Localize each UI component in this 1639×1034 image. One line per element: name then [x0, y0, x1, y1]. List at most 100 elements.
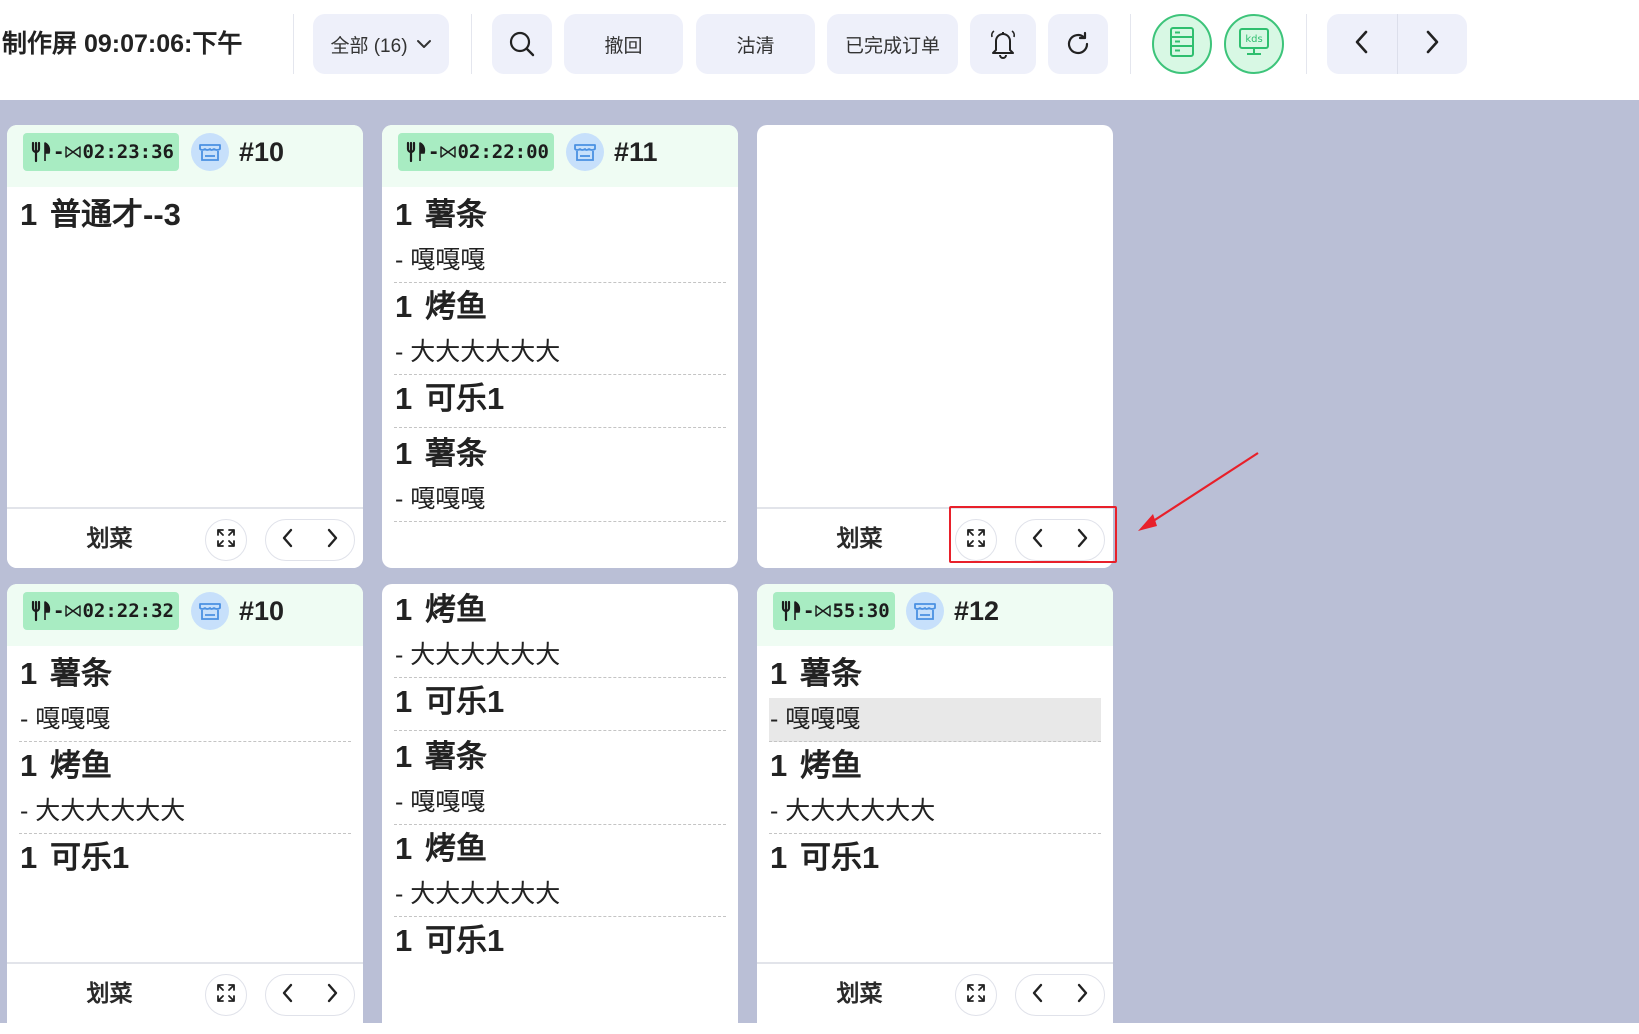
item-list: 1 烤鱼 - 大大大大大大 1 可乐1 1 薯条 - 嘎嘎嘎 1 烤鱼 - 大大大大大大 1 可乐1 — [394, 586, 726, 965]
card-header: - 02:22:32 #10 — [7, 584, 363, 646]
order-number: #11 — [614, 137, 658, 167]
item-qty: 1 — [395, 592, 413, 627]
layout-toggle-button[interactable] — [1152, 14, 1212, 74]
item-qty: 1 — [395, 684, 413, 719]
card-prev-button[interactable] — [266, 520, 310, 560]
page-title: 制作屏 09:07:06:下午 — [2, 30, 243, 58]
order-item[interactable]: 1 烤鱼 — [19, 742, 351, 790]
card-footer: 划菜 — [757, 962, 1113, 1023]
bell-button[interactable] — [970, 14, 1036, 74]
timer-tag: - 02:23:36 — [23, 133, 179, 171]
item-modifier: - 大大大大大大 — [394, 634, 726, 678]
order-item[interactable]: 1 普通才--3 — [19, 191, 351, 239]
order-item[interactable]: 1 薯条 — [394, 430, 726, 478]
order-item[interactable]: 1 烤鱼 — [394, 825, 726, 873]
expand-button[interactable] — [205, 519, 247, 561]
item-qty: 1 — [770, 748, 788, 783]
chevron-right-icon — [1422, 29, 1442, 60]
mark-dish-button[interactable]: 划菜 — [757, 964, 962, 1023]
item-qty: 1 — [395, 739, 413, 774]
chevron-left-icon — [1031, 983, 1045, 1008]
fork-knife-icon — [780, 600, 802, 622]
kds-button[interactable]: kds — [1224, 14, 1284, 74]
expand-icon — [216, 983, 236, 1008]
expand-button[interactable] — [955, 974, 997, 1016]
order-item[interactable]: 1 可乐1 — [394, 917, 726, 965]
next-page-button[interactable] — [1396, 14, 1468, 74]
item-divider — [394, 423, 726, 428]
mark-dish-button[interactable]: 划菜 — [7, 964, 212, 1023]
order-item[interactable]: 1 薯条 — [19, 650, 351, 698]
card-prev-button[interactable] — [266, 975, 310, 1015]
order-item[interactable]: 1 烤鱼 — [769, 742, 1101, 790]
card-next-button[interactable] — [1060, 975, 1104, 1015]
fork-knife-icon — [30, 600, 52, 622]
item-name: 烤鱼 — [50, 748, 112, 783]
item-qty: 1 — [20, 197, 38, 232]
card-next-button[interactable] — [310, 975, 354, 1015]
order-card: - 02:22:00 #11 1 薯条 - 嘎嘎嘎 1 烤鱼 - 大大大大大大 1 可乐1 1 薯… — [382, 125, 738, 568]
order-card: - 02:22:32 #10 1 薯条 - 嘎嘎嘎 1 烤鱼 - 大大大大大大 1 可乐1 划… — [7, 584, 363, 1034]
order-number: #12 — [954, 596, 1000, 626]
item-name: 烤鱼 — [425, 289, 487, 324]
annotation-arrow — [1138, 452, 1259, 531]
item-name: 烤鱼 — [425, 592, 487, 627]
sold-out-button[interactable]: 沽清 — [696, 14, 815, 74]
completed-orders-button[interactable]: 已完成订单 — [827, 14, 958, 74]
order-item[interactable]: 1 烤鱼 — [394, 283, 726, 331]
toolbar-divider — [471, 14, 472, 74]
card-footer: 划菜 — [7, 507, 363, 568]
item-name: 可乐1 — [425, 684, 505, 719]
card-header: - 55:30 #12 — [757, 584, 1113, 646]
item-name: 可乐1 — [800, 840, 880, 875]
order-board: - 02:23:36 #10 1 普通才--3 划菜 - 02:22:00 #1… — [0, 100, 1639, 1034]
undo-button[interactable]: 撤回 — [564, 14, 683, 74]
order-card: 划菜 — [757, 125, 1113, 568]
item-qty: 1 — [395, 831, 413, 866]
order-item[interactable]: 1 可乐1 — [769, 834, 1101, 882]
card-next-button[interactable] — [310, 520, 354, 560]
sold-out-label: 沽清 — [736, 35, 775, 57]
chevron-left-icon — [1352, 29, 1372, 60]
card-pager — [265, 974, 355, 1016]
card-prev-button[interactable] — [1016, 975, 1060, 1015]
order-item[interactable]: 1 可乐1 — [394, 678, 726, 726]
order-item[interactable]: 1 可乐1 — [19, 834, 351, 882]
order-item[interactable]: 1 薯条 — [394, 733, 726, 781]
mark-dish-button[interactable]: 划菜 — [7, 509, 212, 568]
top-toolbar: 制作屏 09:07:06:下午 全部 (16) 撤回 沽清 已完成订单 kds — [0, 0, 1639, 100]
order-item[interactable]: 1 薯条 — [394, 191, 726, 239]
item-name: 薯条 — [50, 656, 112, 691]
filter-label: 全部 (16) — [330, 35, 408, 57]
bowtie-icon — [65, 145, 82, 159]
item-name: 薯条 — [425, 739, 487, 774]
prev-page-button[interactable] — [1327, 14, 1397, 74]
refresh-button[interactable] — [1048, 14, 1108, 74]
filter-dropdown[interactable]: 全部 (16) — [313, 14, 449, 74]
item-name: 可乐1 — [425, 381, 505, 416]
mark-dish-button[interactable]: 划菜 — [757, 509, 962, 568]
item-qty: 1 — [395, 289, 413, 324]
order-item[interactable]: 1 薯条 — [769, 650, 1101, 698]
item-list: 1 薯条 - 嘎嘎嘎 1 烤鱼 - 大大大大大大 1 可乐1 — [19, 650, 351, 882]
item-modifier: - 大大大大大大 — [769, 790, 1101, 834]
item-qty: 1 — [395, 436, 413, 471]
order-item[interactable]: 1 烤鱼 — [394, 586, 726, 634]
chevron-right-icon — [1075, 983, 1089, 1008]
item-qty: 1 — [20, 840, 38, 875]
item-modifier: - 嘎嘎嘎 — [394, 478, 726, 522]
item-name: 薯条 — [425, 197, 487, 232]
order-item[interactable]: 1 可乐1 — [394, 375, 726, 423]
card-footer: 划菜 — [7, 962, 363, 1023]
toolbar-divider — [293, 14, 294, 74]
expand-icon — [216, 528, 236, 553]
expand-button[interactable] — [205, 974, 247, 1016]
item-divider — [394, 726, 726, 731]
bell-icon — [988, 28, 1018, 60]
timer-tag: - 55:30 — [773, 592, 895, 630]
order-number: #10 — [239, 137, 285, 167]
search-button[interactable] — [492, 14, 552, 74]
bowtie-icon — [815, 604, 832, 618]
chevron-right-icon — [325, 528, 339, 553]
server-list-icon — [1169, 26, 1195, 63]
